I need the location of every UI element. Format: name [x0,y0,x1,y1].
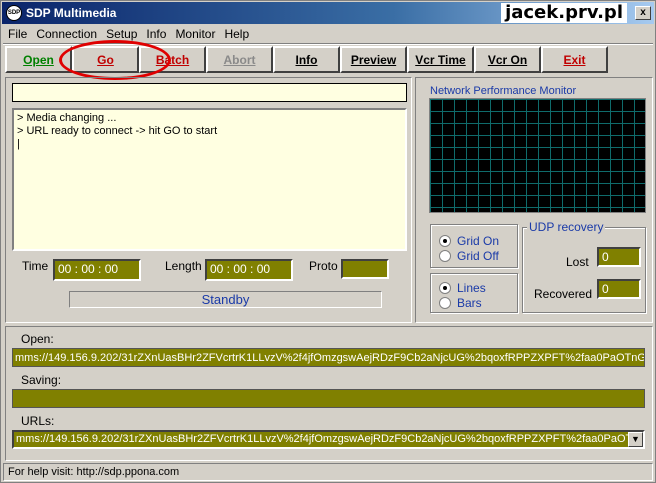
menu-info[interactable]: Info [146,27,166,41]
text-cursor: | [17,138,20,150]
saving-label: Saving: [21,373,62,387]
time-label: Time [22,259,49,273]
menu-connection[interactable]: Connection [36,27,97,41]
open-label: Open: [21,332,54,346]
udp-recovery-title: UDP recovery [527,220,606,234]
window-title: SDP Multimedia [26,6,117,20]
grid-off-label: Grid Off [457,249,499,263]
exit-button[interactable]: Exit [541,46,608,73]
log-line: > URL ready to connect -> hit GO to star… [17,125,218,137]
radio-checked-icon [439,235,451,247]
vcr-time-button[interactable]: Vcr Time [407,46,474,73]
proto-label: Proto [309,259,338,273]
batch-button[interactable]: Batch [139,46,206,73]
log-area[interactable]: > Media changing ... > URL ready to conn… [12,108,407,251]
menu-divider [3,43,653,45]
close-button[interactable]: x [635,6,651,20]
radio-unchecked-icon [439,297,451,309]
length-label: Length [165,259,202,273]
length-value: 00 : 00 : 00 [205,259,293,281]
watermark-text: jacek.prv.pl [501,3,627,23]
grid-on-radio[interactable]: Grid On [439,234,499,248]
open-button[interactable]: Open [5,46,72,73]
standby-status: Standby [69,291,382,308]
vcr-on-button[interactable]: Vcr On [474,46,541,73]
urls-dropdown[interactable]: mms://149.156.9.202/31rZXnUasBHr2ZFVcrtr… [12,430,645,449]
toolbar: Open Go Batch Abort Info Preview Vcr Tim… [5,46,651,76]
grid-on-label: Grid On [457,234,500,248]
urls-selected-value: mms://149.156.9.202/31rZXnUasBHr2ZFVcrtr… [16,433,645,445]
log-line: > Media changing ... [17,112,117,124]
grid-off-radio[interactable]: Grid Off [439,249,499,263]
bars-label: Bars [457,296,482,310]
chevron-down-icon[interactable]: ▼ [628,432,643,447]
menu-bar: File Connection Setup Info Monitor Help [2,24,654,43]
saving-field[interactable] [12,389,645,408]
go-button[interactable]: Go [72,46,139,73]
open-url-field[interactable]: mms://149.156.9.202/31rZXnUasBHr2ZFVcrtr… [12,348,645,367]
lost-label: Lost [566,255,589,269]
time-value: 00 : 00 : 00 [53,259,141,281]
lines-label: Lines [457,281,486,295]
sdp-app-icon: SDP [6,5,22,21]
menu-help[interactable]: Help [224,27,249,41]
network-monitor-title: Network Performance Monitor [430,85,577,97]
app-window: SDP SDP Multimedia x jacek.prv.pl File C… [0,0,656,483]
bars-radio[interactable]: Bars [439,296,482,310]
lines-radio[interactable]: Lines [439,281,486,295]
info-button[interactable]: Info [273,46,340,73]
menu-file[interactable]: File [8,27,27,41]
network-monitor-graph [429,98,646,213]
urls-label: URLs: [21,414,55,428]
menu-setup[interactable]: Setup [106,27,137,41]
radio-checked-icon [439,282,451,294]
menu-monitor[interactable]: Monitor [175,27,215,41]
status-bar: For help visit: http://sdp.ppona.com [3,463,653,481]
radio-unchecked-icon [439,250,451,262]
lost-value: 0 [597,247,641,267]
preview-button[interactable]: Preview [340,46,407,73]
recovered-value: 0 [597,279,641,299]
recovered-label: Recovered [534,287,593,301]
proto-value [341,259,389,279]
abort-button[interactable]: Abort [206,46,273,73]
top-status-field [12,83,407,102]
